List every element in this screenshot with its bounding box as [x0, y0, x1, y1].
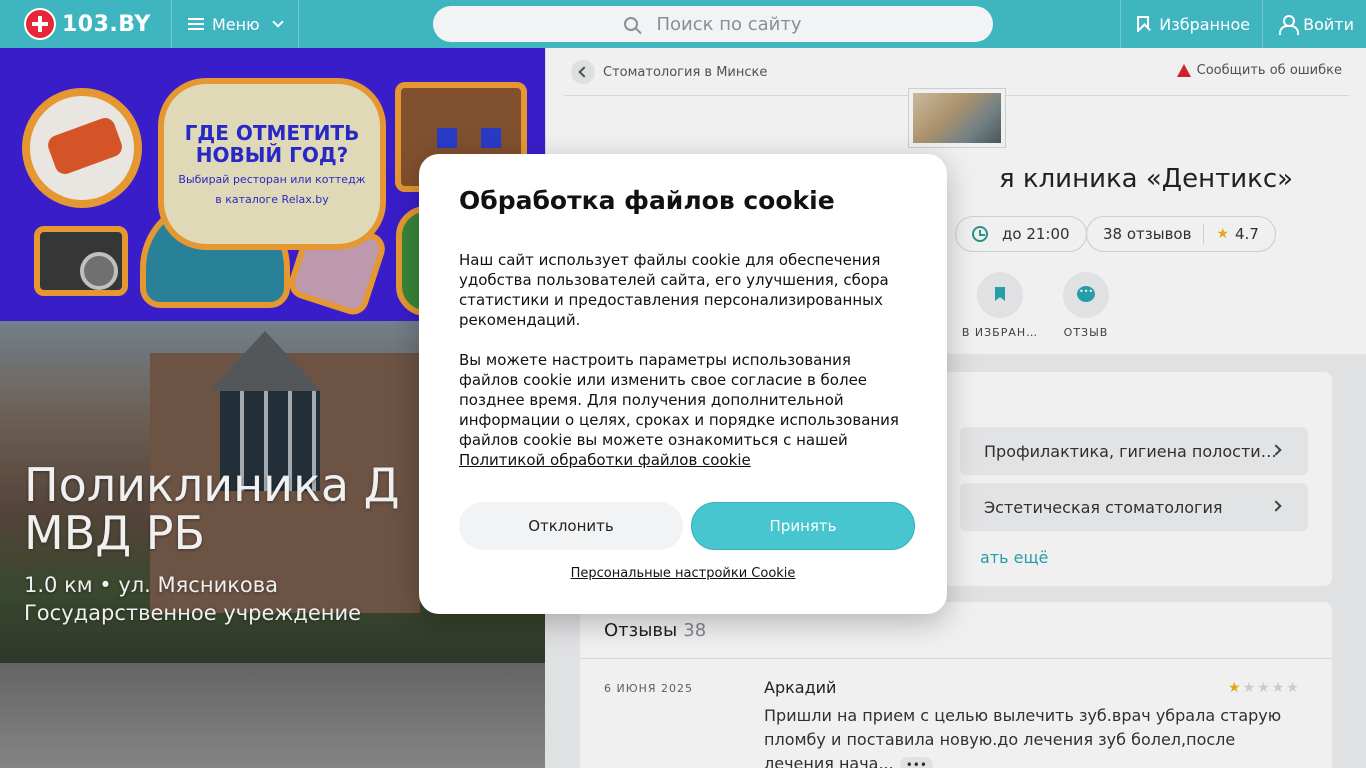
cookie-paragraph-2-text: Вы можете настроить параметры использова… [459, 351, 899, 449]
favorites-label: Избранное [1159, 14, 1251, 34]
search-placeholder: Поиск по сайту [656, 13, 802, 35]
chevron-down-icon [271, 16, 284, 28]
accept-cookies-button[interactable]: Принять [691, 502, 915, 550]
site-logo[interactable]: 103.BY [0, 0, 172, 48]
user-icon [1279, 15, 1300, 35]
cookie-dialog-body: Наш сайт использует файлы cookie для обе… [459, 250, 909, 470]
decline-cookies-button[interactable]: Отклонить [459, 502, 683, 550]
hamburger-icon [188, 18, 204, 30]
login-link[interactable]: Войти [1262, 0, 1366, 48]
header-actions: Избранное Войти [1120, 0, 1366, 48]
login-label: Войти [1303, 14, 1354, 34]
cookie-policy-link[interactable]: Политикой обработки файлов cookie [459, 451, 751, 469]
top-header: 103.BY Меню Поиск по сайту Избранное Вой… [0, 0, 1366, 48]
logo-text: 103.BY [62, 11, 151, 37]
bookmark-icon [1137, 16, 1150, 32]
search-input[interactable]: Поиск по сайту [433, 6, 993, 42]
cookie-paragraph-2: Вы можете настроить параметры использова… [459, 350, 909, 470]
menu-button[interactable]: Меню [172, 0, 299, 48]
medical-cross-icon [24, 8, 56, 40]
cookie-paragraph-1: Наш сайт использует файлы cookie для обе… [459, 251, 889, 329]
favorites-link[interactable]: Избранное [1120, 0, 1262, 48]
cookie-consent-dialog: Обработка файлов cookie Наш сайт использ… [419, 154, 947, 614]
cookie-settings-link[interactable]: Персональные настройки Cookie [419, 566, 947, 581]
menu-label: Меню [212, 14, 260, 34]
search-icon [624, 17, 639, 31]
cookie-dialog-title: Обработка файлов cookie [459, 186, 835, 215]
